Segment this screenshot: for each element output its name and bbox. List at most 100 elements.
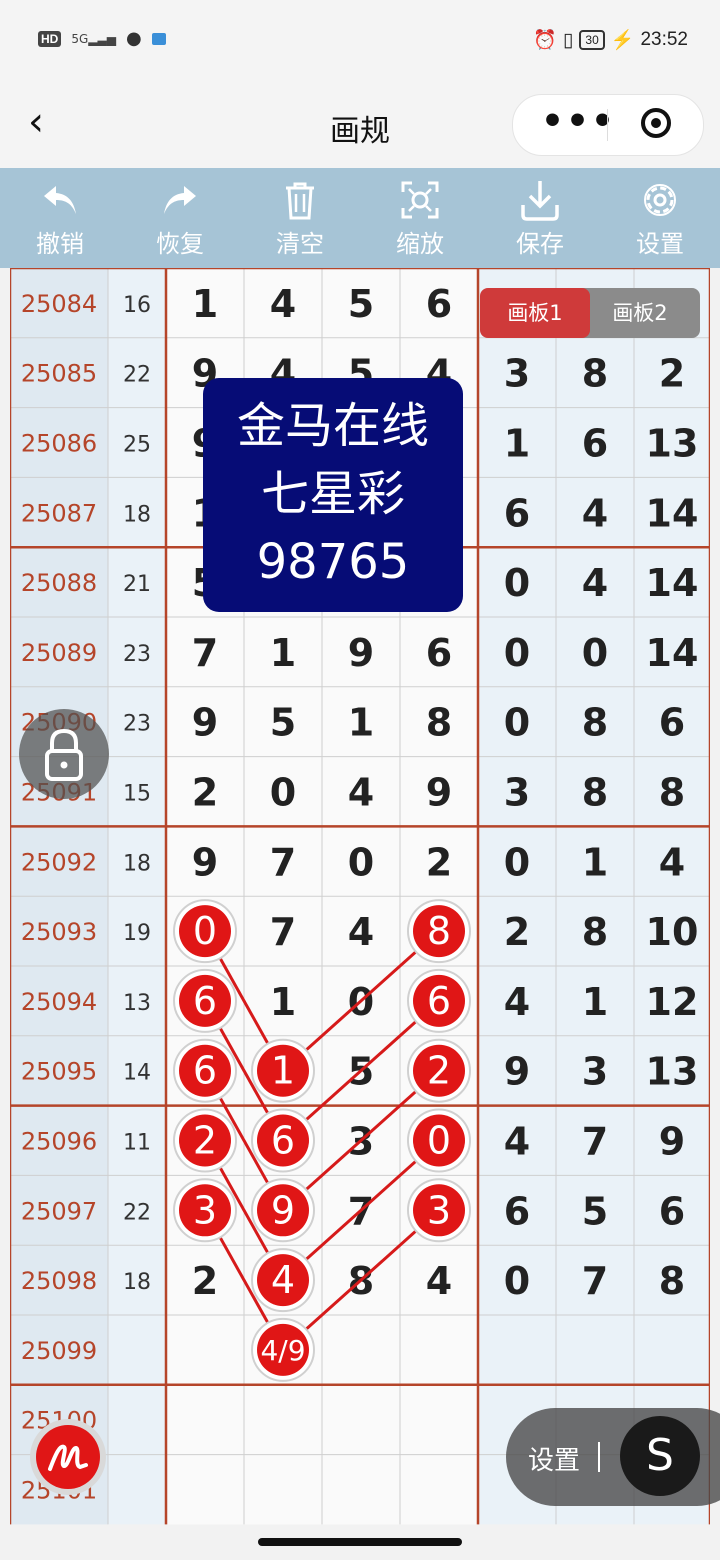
marked-digit[interactable]: 4/9 bbox=[251, 1317, 315, 1382]
marked-digit[interactable]: 6 bbox=[407, 968, 471, 1033]
s-button[interactable]: S bbox=[620, 1416, 700, 1496]
sum-cell: 22 bbox=[123, 363, 151, 388]
floating-settings-label[interactable]: 设置 bbox=[528, 1440, 580, 1477]
marked-digit[interactable]: 4 bbox=[251, 1248, 315, 1313]
front-digit-cell[interactable]: 9 bbox=[192, 701, 218, 745]
front-digit-cell[interactable]: 1 bbox=[192, 282, 218, 326]
period-cell: 25085 bbox=[21, 360, 97, 388]
back-digit-cell: 1 bbox=[582, 840, 608, 884]
front-digit-cell[interactable]: 1 bbox=[270, 631, 296, 675]
zoom-button[interactable]: 缩放 bbox=[360, 178, 480, 259]
save-button[interactable]: 保存 bbox=[480, 178, 600, 259]
clear-button[interactable]: 清空 bbox=[240, 178, 360, 259]
front-digit-cell[interactable]: 6 bbox=[426, 282, 452, 326]
marked-digit[interactable]: 3 bbox=[407, 1178, 471, 1243]
back-digit-cell: 1 bbox=[504, 422, 530, 466]
settings-button[interactable]: 设置 bbox=[600, 178, 720, 259]
close-target-icon[interactable] bbox=[641, 108, 671, 138]
marked-digit[interactable]: 2 bbox=[407, 1038, 471, 1103]
front-digit-cell[interactable]: 2 bbox=[426, 840, 452, 884]
more-icon[interactable]: ••• bbox=[541, 101, 616, 142]
app-notification-icon bbox=[151, 32, 166, 45]
marked-digit[interactable]: 1 bbox=[251, 1038, 315, 1103]
period-cell: 25092 bbox=[21, 848, 97, 876]
front-digit-cell[interactable]: 9 bbox=[426, 771, 452, 815]
back-digit-cell: 4 bbox=[504, 980, 530, 1024]
front-digit-cell[interactable]: 7 bbox=[270, 840, 296, 884]
pen-button[interactable] bbox=[30, 1419, 106, 1495]
front-digit-cell[interactable]: 4 bbox=[270, 282, 296, 326]
save-label: 保存 bbox=[516, 230, 564, 258]
lock-button[interactable] bbox=[19, 709, 109, 799]
mark-label: 0 bbox=[427, 1119, 451, 1163]
marked-digit[interactable]: 6 bbox=[173, 968, 237, 1033]
save-icon bbox=[521, 181, 559, 221]
front-digit-cell[interactable]: 7 bbox=[192, 631, 218, 675]
back-digit-cell: 7 bbox=[582, 1120, 608, 1164]
front-digit-cell[interactable]: 4 bbox=[348, 771, 374, 815]
marked-digit[interactable]: 6 bbox=[251, 1108, 315, 1173]
back-digit-cell: 7 bbox=[582, 1259, 608, 1303]
lock-icon bbox=[45, 728, 83, 781]
back-digit-cell: 9 bbox=[659, 1120, 685, 1164]
marked-digit[interactable]: 0 bbox=[407, 1108, 471, 1173]
watermark-line-3: 98765 bbox=[256, 534, 410, 590]
back-digit-cell: 13 bbox=[646, 422, 699, 466]
back-digit-cell: 4 bbox=[582, 491, 608, 535]
tab-board-1[interactable]: 画板1 bbox=[480, 288, 590, 338]
sum-cell: 15 bbox=[123, 782, 151, 807]
mark-label: 3 bbox=[193, 1188, 217, 1232]
period-cell: 25097 bbox=[21, 1197, 97, 1225]
mark-label: 4/9 bbox=[260, 1334, 305, 1367]
marked-digit[interactable]: 3 bbox=[173, 1178, 237, 1243]
home-indicator bbox=[258, 1538, 462, 1546]
back-digit-cell: 14 bbox=[646, 561, 699, 605]
back-digit-cell: 0 bbox=[504, 701, 530, 745]
front-digit-cell[interactable]: 2 bbox=[192, 771, 218, 815]
front-digit-cell[interactable]: 2 bbox=[192, 1259, 218, 1303]
tab-board-2[interactable]: 画板2 bbox=[580, 288, 700, 338]
front-digit-cell[interactable]: 0 bbox=[348, 840, 374, 884]
front-digit-cell[interactable]: 4 bbox=[426, 1259, 452, 1303]
marked-digit[interactable]: 8 bbox=[407, 899, 471, 964]
sum-cell: 18 bbox=[123, 851, 151, 876]
front-digit-cell[interactable]: 6 bbox=[426, 631, 452, 675]
board-tabs: 画板1 画板2 bbox=[480, 288, 700, 338]
undo-button[interactable]: 撤销 bbox=[0, 178, 120, 259]
front-digit-cell[interactable]: 5 bbox=[348, 282, 374, 326]
marked-digit[interactable]: 2 bbox=[173, 1108, 237, 1173]
marked-digit[interactable]: 9 bbox=[251, 1178, 315, 1243]
sum-cell: 23 bbox=[123, 712, 151, 737]
front-digit-cell[interactable]: 1 bbox=[348, 701, 374, 745]
sum-cell: 16 bbox=[123, 293, 151, 318]
back-digit-cell: 8 bbox=[582, 352, 608, 396]
front-digit-cell[interactable]: 4 bbox=[348, 910, 374, 954]
front-digit-cell[interactable]: 0 bbox=[270, 771, 296, 815]
mark-label: 2 bbox=[193, 1119, 217, 1163]
mark-label: 1 bbox=[271, 1049, 295, 1093]
period-cell: 25099 bbox=[21, 1337, 97, 1365]
pen-icon bbox=[48, 1444, 88, 1471]
status-bar: HD 5G▂▃▅ ● ⏰ ▯ 30 ⚡ 23:52 bbox=[0, 0, 720, 80]
front-digit-cell[interactable]: 9 bbox=[192, 840, 218, 884]
front-digit-cell[interactable]: 5 bbox=[270, 701, 296, 745]
back-digit-cell: 0 bbox=[582, 631, 608, 675]
redo-button[interactable]: 恢复 bbox=[120, 178, 240, 259]
settings-label: 设置 bbox=[636, 230, 684, 258]
mark-label: 8 bbox=[427, 909, 451, 953]
back-digit-cell: 5 bbox=[582, 1189, 608, 1233]
period-cell: 25086 bbox=[21, 430, 97, 458]
back-digit-cell: 0 bbox=[504, 631, 530, 675]
front-digit-cell[interactable]: 1 bbox=[270, 980, 296, 1024]
front-digit-cell[interactable]: 9 bbox=[348, 631, 374, 675]
marked-digit[interactable]: 6 bbox=[173, 1038, 237, 1103]
sum-cell: 21 bbox=[123, 572, 151, 597]
back-digit-cell: 10 bbox=[646, 910, 699, 954]
network-type: 5G bbox=[71, 31, 89, 46]
front-digit-cell[interactable]: 7 bbox=[270, 910, 296, 954]
marked-digit[interactable]: 0 bbox=[173, 899, 237, 964]
sum-cell: 14 bbox=[123, 1061, 151, 1086]
sum-cell: 18 bbox=[123, 502, 151, 527]
mark-label: 6 bbox=[193, 979, 217, 1023]
front-digit-cell[interactable]: 8 bbox=[426, 701, 452, 745]
